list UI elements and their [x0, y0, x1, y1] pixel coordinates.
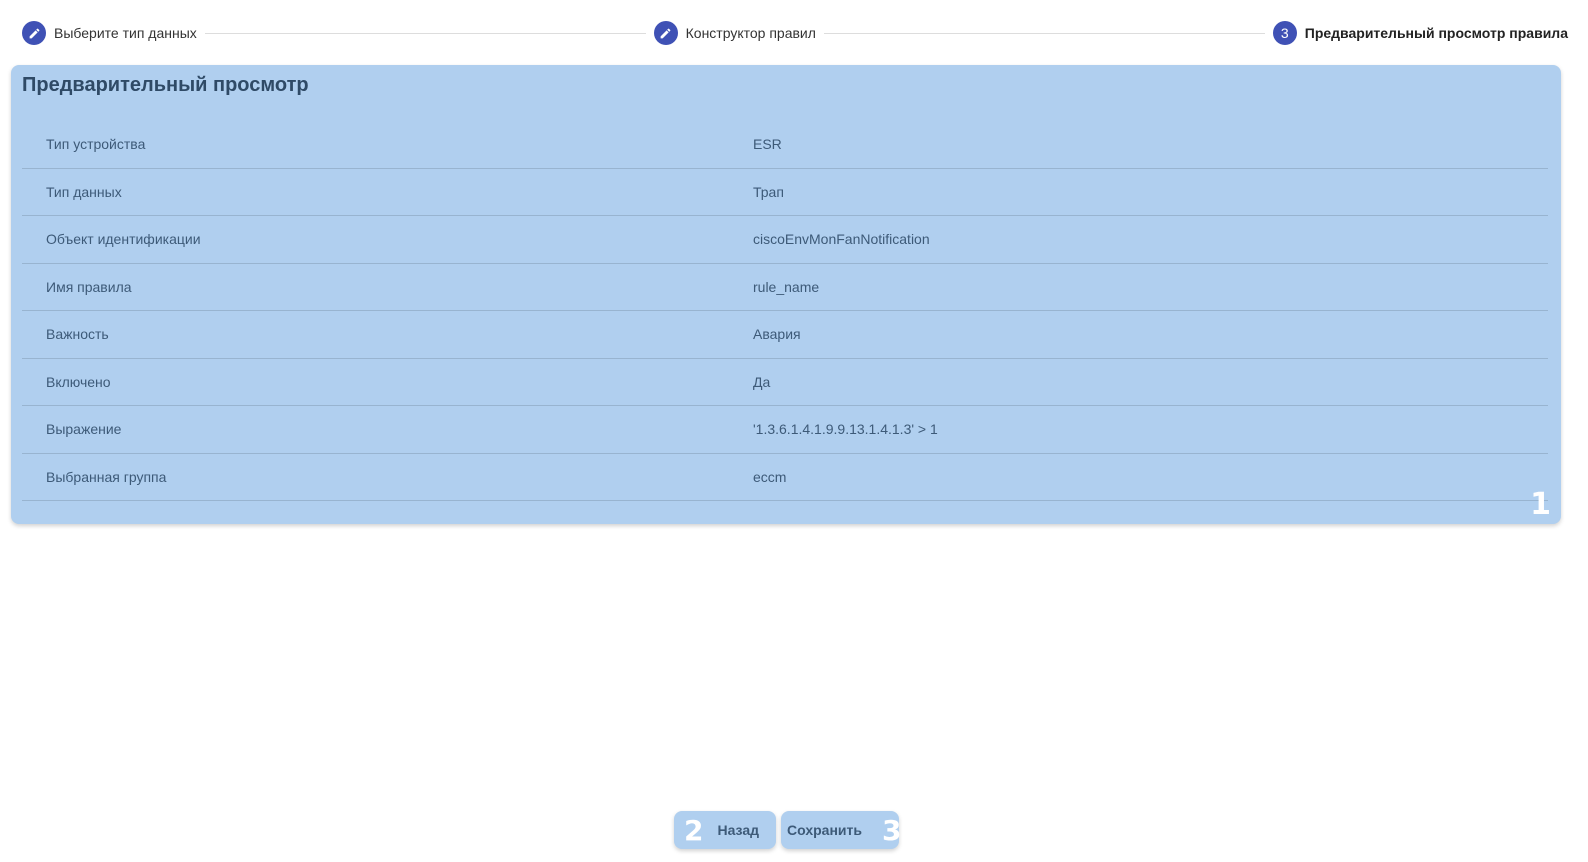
row-label: Выбранная группа: [46, 468, 167, 485]
row-label: Объект идентификации: [46, 231, 201, 248]
step-label: Выберите тип данных: [54, 25, 197, 41]
stepper: Выберите тип данных Конструктор правил 3…: [22, 21, 1568, 45]
back-button[interactable]: 2 Назад: [674, 811, 776, 849]
preview-panel: Предварительный просмотр Тип устройства …: [11, 65, 1561, 524]
row-label: Тип устройства: [46, 136, 146, 153]
row-label: Включено: [46, 373, 111, 390]
row-value: ciscoEnvMonFanNotification: [753, 231, 930, 248]
pencil-icon: [653, 21, 678, 45]
table-row: Тип данных Трап: [22, 169, 1548, 216]
row-label: Выражение: [46, 421, 122, 438]
step-connector: [204, 32, 646, 34]
row-value: eccm: [753, 468, 787, 485]
row-value: Авария: [753, 326, 801, 343]
back-button-label: Назад: [717, 822, 759, 838]
step-rule-preview[interactable]: 3 Предварительный просмотр правила: [1272, 21, 1568, 45]
row-value: Да: [753, 373, 771, 390]
row-value: Трап: [753, 183, 784, 200]
save-button-label: Сохранить: [787, 822, 862, 838]
step-rule-builder[interactable]: Конструктор правил: [653, 21, 816, 45]
row-value: '1.3.6.1.4.1.9.9.13.1.4.1.3' > 1: [753, 421, 938, 438]
save-button[interactable]: Сохранить 3: [781, 811, 902, 849]
table-row: Выражение '1.3.6.1.4.1.9.9.13.1.4.1.3' >…: [22, 406, 1548, 454]
pencil-icon: [22, 21, 46, 45]
row-label: Имя правила: [46, 278, 132, 295]
row-value: rule_name: [753, 278, 820, 295]
table-row: Важность Авария: [22, 311, 1548, 359]
row-label: Тип данных: [46, 183, 122, 200]
table-row: Включено Да: [22, 359, 1548, 406]
table-row: Объект идентификации ciscoEnvMonFanNotif…: [22, 216, 1548, 264]
step-label: Предварительный просмотр правила: [1304, 25, 1568, 41]
annotation-badge: 2: [684, 813, 704, 847]
annotation-badge: 3: [881, 813, 902, 847]
panel-title: Предварительный просмотр: [22, 74, 309, 96]
row-label: Важность: [46, 326, 109, 343]
table-row: Выбранная группа eccm: [22, 454, 1548, 501]
step-label: Конструктор правил: [685, 25, 816, 41]
step-connector: [823, 32, 1265, 34]
preview-table: Тип устройства ESR Тип данных Трап Объек…: [22, 121, 1548, 501]
table-row: Тип устройства ESR: [22, 121, 1548, 169]
annotation-badge: 1: [1530, 487, 1551, 522]
step-select-data-type[interactable]: Выберите тип данных: [22, 21, 197, 45]
table-row: Имя правила rule_name: [22, 264, 1548, 311]
row-value: ESR: [753, 136, 782, 153]
step-number: 3: [1272, 21, 1297, 45]
